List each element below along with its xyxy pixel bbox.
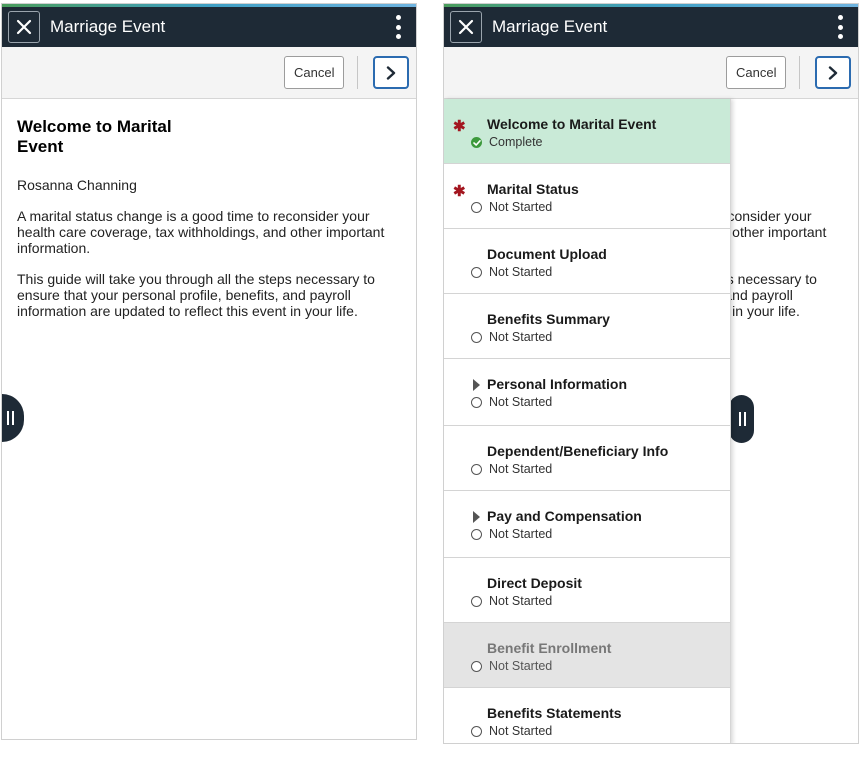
step-list: ✱ Welcome to Marital Event Complete ✱ Marita…	[444, 99, 731, 743]
step-item[interactable]: Dependent/Beneficiary Info Not Started	[444, 426, 730, 491]
chevron-right-icon	[386, 65, 396, 80]
cancel-button[interactable]: Cancel	[726, 56, 787, 89]
empty-circle-icon	[471, 202, 482, 213]
step-label: Benefits Summary	[487, 311, 610, 327]
step-label: Marital Status	[487, 181, 579, 197]
step-status: Complete	[489, 135, 543, 149]
step-status: Not Started	[489, 265, 553, 279]
close-icon	[16, 19, 32, 35]
toolbar-divider	[799, 56, 800, 89]
step-label: Pay and Compensation	[487, 508, 642, 524]
right-panel: Marriage Event Cancel Welcome to Marital…	[443, 3, 859, 744]
welcome-heading: Welcome to Marital Event	[17, 117, 172, 156]
expand-caret-icon[interactable]	[473, 379, 480, 391]
step-status: Not Started	[489, 200, 553, 214]
close-button[interactable]	[8, 11, 40, 43]
step-label: Benefits Statements	[487, 705, 622, 721]
intro-paragraph: A marital status change is a good time t…	[17, 208, 385, 256]
close-icon	[458, 19, 474, 35]
step-item: Benefit Enrollment Not Started	[444, 623, 730, 688]
toolbar: Cancel	[444, 47, 858, 99]
empty-circle-icon	[471, 661, 482, 672]
step-status: Not Started	[489, 659, 553, 673]
expand-caret-icon[interactable]	[473, 511, 480, 523]
empty-circle-icon	[471, 464, 482, 475]
title-bar: Marriage Event	[444, 7, 858, 47]
step-label: Welcome to Marital Event	[487, 116, 657, 132]
toolbar-divider	[357, 56, 358, 89]
step-status: Not Started	[489, 527, 553, 541]
chevron-right-icon	[828, 65, 838, 80]
step-status: Not Started	[489, 330, 553, 344]
close-button[interactable]	[450, 11, 482, 43]
next-button[interactable]	[373, 56, 409, 89]
step-item[interactable]: Pay and Compensation Not Started	[444, 491, 730, 558]
step-label: Dependent/Beneficiary Info	[487, 443, 669, 459]
step-status: Not Started	[489, 724, 553, 738]
step-item[interactable]: Benefits Summary Not Started	[444, 294, 730, 359]
empty-circle-icon	[471, 397, 482, 408]
panel-handle-icon[interactable]	[2, 394, 24, 442]
toolbar: Cancel	[2, 47, 416, 99]
step-item[interactable]: ✱ Welcome to Marital Event Complete	[444, 99, 730, 164]
step-status: Not Started	[489, 395, 553, 409]
kebab-menu-icon[interactable]	[394, 15, 402, 39]
empty-circle-icon	[471, 332, 482, 343]
left-panel: Marriage Event Cancel Welcome to Marital…	[1, 3, 417, 740]
step-item[interactable]: Personal Information Not Started	[444, 359, 730, 426]
step-label: Personal Information	[487, 376, 628, 392]
empty-circle-icon	[471, 596, 482, 607]
empty-circle-icon	[471, 529, 482, 540]
step-item[interactable]: ✱ Marital Status Not Started	[444, 164, 730, 229]
step-label: Direct Deposit	[487, 575, 582, 591]
required-asterisk-icon: ✱	[453, 118, 466, 135]
guide-paragraph: This guide will take you through all the…	[17, 271, 375, 319]
step-status: Not Started	[489, 594, 553, 608]
cancel-button[interactable]: Cancel	[284, 56, 345, 89]
title-bar: Marriage Event	[2, 7, 416, 47]
step-status: Not Started	[489, 462, 553, 476]
empty-circle-icon	[471, 726, 482, 737]
kebab-menu-icon[interactable]	[836, 15, 844, 39]
welcome-content: Welcome to Marital Event Rosanna Channin…	[2, 99, 416, 319]
step-label: Benefit Enrollment	[487, 640, 612, 656]
step-label: Document Upload	[487, 246, 607, 262]
page-title: Marriage Event	[492, 17, 608, 36]
page-title: Marriage Event	[50, 17, 166, 36]
next-button[interactable]	[815, 56, 851, 89]
panel-handle-icon[interactable]	[729, 395, 754, 443]
step-item[interactable]: Document Upload Not Started	[444, 229, 730, 294]
employee-name: Rosanna Channing	[17, 177, 137, 193]
step-item[interactable]: Direct Deposit Not Started	[444, 558, 730, 623]
required-asterisk-icon: ✱	[453, 183, 466, 200]
check-circle-icon	[471, 137, 482, 148]
step-item[interactable]: Benefits Statements Not Started	[444, 688, 730, 743]
empty-circle-icon	[471, 267, 482, 278]
